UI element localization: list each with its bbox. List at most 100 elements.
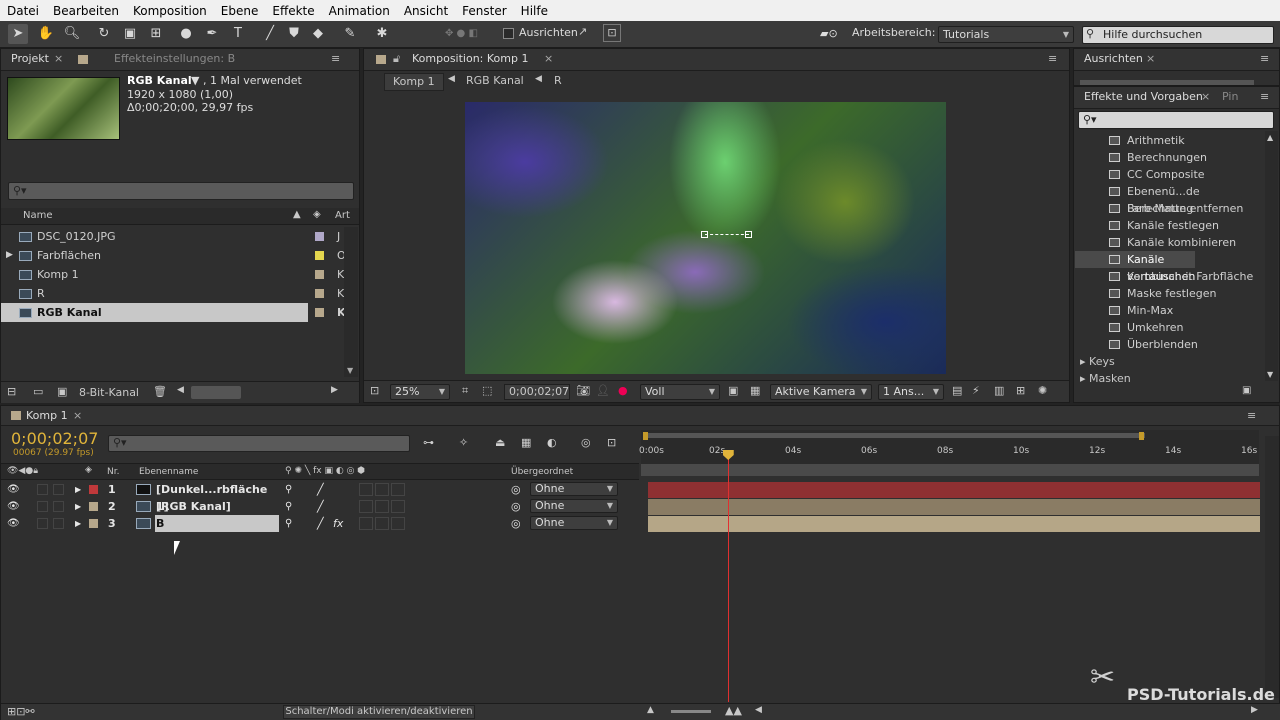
tab-effect-controls[interactable]: Effekteinstellungen: B (114, 49, 235, 69)
eraser-tool-icon[interactable]: ◆ (308, 24, 328, 44)
effect-item[interactable]: Min-Max (1075, 302, 1255, 319)
eye-icon[interactable]: 👁︎ (7, 515, 20, 532)
label-swatch[interactable] (89, 502, 98, 511)
composition-viewer[interactable] (465, 102, 946, 374)
close-icon[interactable]: × (544, 49, 553, 69)
shy-switch-icon[interactable]: ⚲ (285, 515, 292, 532)
close-icon[interactable]: × (1146, 49, 1155, 69)
expand-arrow-icon[interactable]: ▶ (75, 515, 81, 532)
zoom-out-icon[interactable]: ▲ (647, 705, 654, 715)
flowchart-icon[interactable]: ⊞ (1016, 384, 1025, 397)
breadcrumb-rgb[interactable]: RGB Kanal (466, 74, 524, 87)
eye-icon[interactable]: 👁︎ (7, 481, 20, 498)
clone-stamp-tool-icon[interactable]: ⛊ (284, 24, 304, 44)
label-swatch[interactable] (315, 270, 324, 279)
quality-switch-icon[interactable]: ╱ (317, 481, 324, 498)
timeline-search-input[interactable]: ⚲▾ (108, 435, 410, 452)
reset-exposure-icon[interactable]: ✺ (1038, 384, 1047, 397)
fast-preview-icon[interactable]: ⚡ (972, 384, 980, 397)
snapshot-icon[interactable]: 📷︎ (576, 384, 590, 397)
sort-icon[interactable]: ▲ (293, 209, 301, 220)
toggle-switches-modes-button[interactable]: Schalter/Modi aktivieren/deaktivieren (283, 705, 475, 719)
project-item[interactable]: ▶ Farbflächen O (1, 246, 346, 265)
close-icon[interactable]: × (73, 406, 82, 426)
project-search-input[interactable]: ⚲▾ (8, 182, 354, 200)
menu-item-2[interactable]: Komposition (126, 4, 214, 18)
layer-duration-bar[interactable] (648, 516, 1260, 532)
align-checkbox[interactable] (503, 28, 514, 39)
rotate-tool-icon[interactable]: ↻ (94, 24, 114, 44)
parent-dropdown[interactable]: Ohne (530, 499, 618, 513)
col-layer-name[interactable]: Ebenenname (139, 467, 198, 477)
work-area-start-handle[interactable] (643, 432, 648, 440)
bitdepth-label[interactable]: 8-Bit-Kanal (79, 386, 139, 399)
timeline-icon[interactable]: ▥ (994, 384, 1004, 397)
effect-item[interactable]: Kombina...it Farbfläche (1075, 268, 1255, 285)
label-icon[interactable]: ◈ (313, 209, 321, 220)
motion-blur-switch[interactable] (375, 500, 389, 513)
label-icon[interactable]: ◈ (85, 465, 92, 475)
col-nr[interactable]: Nr. (107, 467, 119, 477)
scroll-right-icon[interactable]: ▶ (331, 385, 338, 395)
layer-name[interactable]: [RGB Kanal] (155, 498, 279, 515)
zoom-dropdown[interactable]: 25% (390, 384, 450, 400)
layer-name[interactable]: B (155, 515, 279, 532)
motion-blur-switch[interactable] (375, 517, 389, 530)
horizontal-scrollbar[interactable] (191, 386, 241, 399)
label-swatch[interactable] (315, 232, 324, 241)
interpret-footage-icon[interactable]: ⊟ (7, 385, 16, 398)
3d-layer-switch[interactable] (391, 483, 405, 496)
group-keys[interactable]: ▸ Keys (1080, 355, 1115, 368)
label-swatch[interactable] (315, 251, 324, 260)
roto-brush-tool-icon[interactable]: ✎ (340, 24, 360, 44)
workspace-dropdown[interactable]: Tutorials (938, 26, 1074, 43)
quality-switch-icon[interactable]: ╱ (317, 515, 324, 532)
always-preview-icon[interactable]: ⊡ (370, 384, 379, 397)
views-dropdown[interactable]: 1 Ans... (878, 384, 944, 400)
panel-menu-icon[interactable]: ≡ (1260, 49, 1269, 69)
effects-scrollbar[interactable]: ▲ ▼ (1265, 131, 1278, 381)
solo-switch[interactable] (37, 501, 48, 512)
layer-duration-bar[interactable] (648, 482, 1260, 498)
timecode-display[interactable]: 0;00;02;07 (11, 429, 98, 448)
snap-grid-icon[interactable]: ⊡ (603, 24, 621, 42)
draft-3d-icon[interactable]: ✧ (459, 436, 468, 449)
text-tool-icon[interactable]: T (228, 24, 248, 44)
resolution-dropdown[interactable]: Voll (640, 384, 720, 400)
camera-tool-icon[interactable]: ▣ (120, 24, 140, 44)
project-scrollbar[interactable]: ▼ (344, 227, 358, 377)
project-item[interactable]: Komp 1K (1, 265, 344, 284)
pan-behind-tool-icon[interactable]: ⊞ (146, 24, 166, 44)
project-item[interactable]: RK (1, 284, 344, 303)
solo-switch[interactable] (37, 518, 48, 529)
quality-switch-icon[interactable]: ╱ (317, 498, 324, 515)
motion-blur-icon[interactable]: ◐ (547, 436, 557, 449)
label-swatch[interactable] (89, 519, 98, 528)
tab-composition[interactable]: Komposition: Komp 1 (412, 49, 528, 69)
work-area-end-handle[interactable] (1139, 432, 1144, 440)
effect-item[interactable]: Kanäle festlegen (1075, 217, 1255, 234)
puppet-tool-icon[interactable]: ✱ (372, 24, 392, 44)
project-item[interactable]: RGB Kanal K (1, 303, 346, 322)
new-composition-icon[interactable]: ▣ (57, 385, 67, 398)
shy-switch-icon[interactable]: ⚲ (285, 498, 292, 515)
current-time-display[interactable]: 0;00;02;07 (504, 384, 570, 400)
effect-item[interactable]: Farb-Matte entfernen (1075, 200, 1255, 217)
timeline-scrollbar[interactable] (1265, 436, 1279, 698)
transparency-grid-icon[interactable]: ▦ (750, 384, 760, 397)
scroll-left-icon[interactable]: ◀ (177, 385, 184, 395)
layer-row[interactable]: 👁︎ ▶ 3 B ⚲ ╱ fx ◎ Ohne (1, 515, 639, 532)
menu-item-6[interactable]: Ansicht (397, 4, 455, 18)
pickwhip-icon[interactable]: ◎ (511, 498, 521, 515)
camera-dropdown[interactable]: Aktive Kamera (770, 384, 872, 400)
position-handle[interactable] (745, 231, 752, 238)
project-item[interactable]: DSC_0120.JPG J (1, 227, 344, 246)
zoom-in-icon[interactable]: ▲▲ (725, 704, 742, 717)
col-name[interactable]: Name (23, 210, 53, 221)
safe-zones-icon[interactable]: ⌗ (462, 384, 468, 398)
align-scrollbar[interactable] (1080, 80, 1254, 85)
group-masks[interactable]: ▸ Masken (1080, 372, 1131, 385)
effect-item[interactable]: Kanäle kombinieren (1075, 234, 1255, 251)
anchor-point-handle[interactable] (701, 231, 708, 238)
work-area-bar[interactable] (645, 433, 1145, 438)
